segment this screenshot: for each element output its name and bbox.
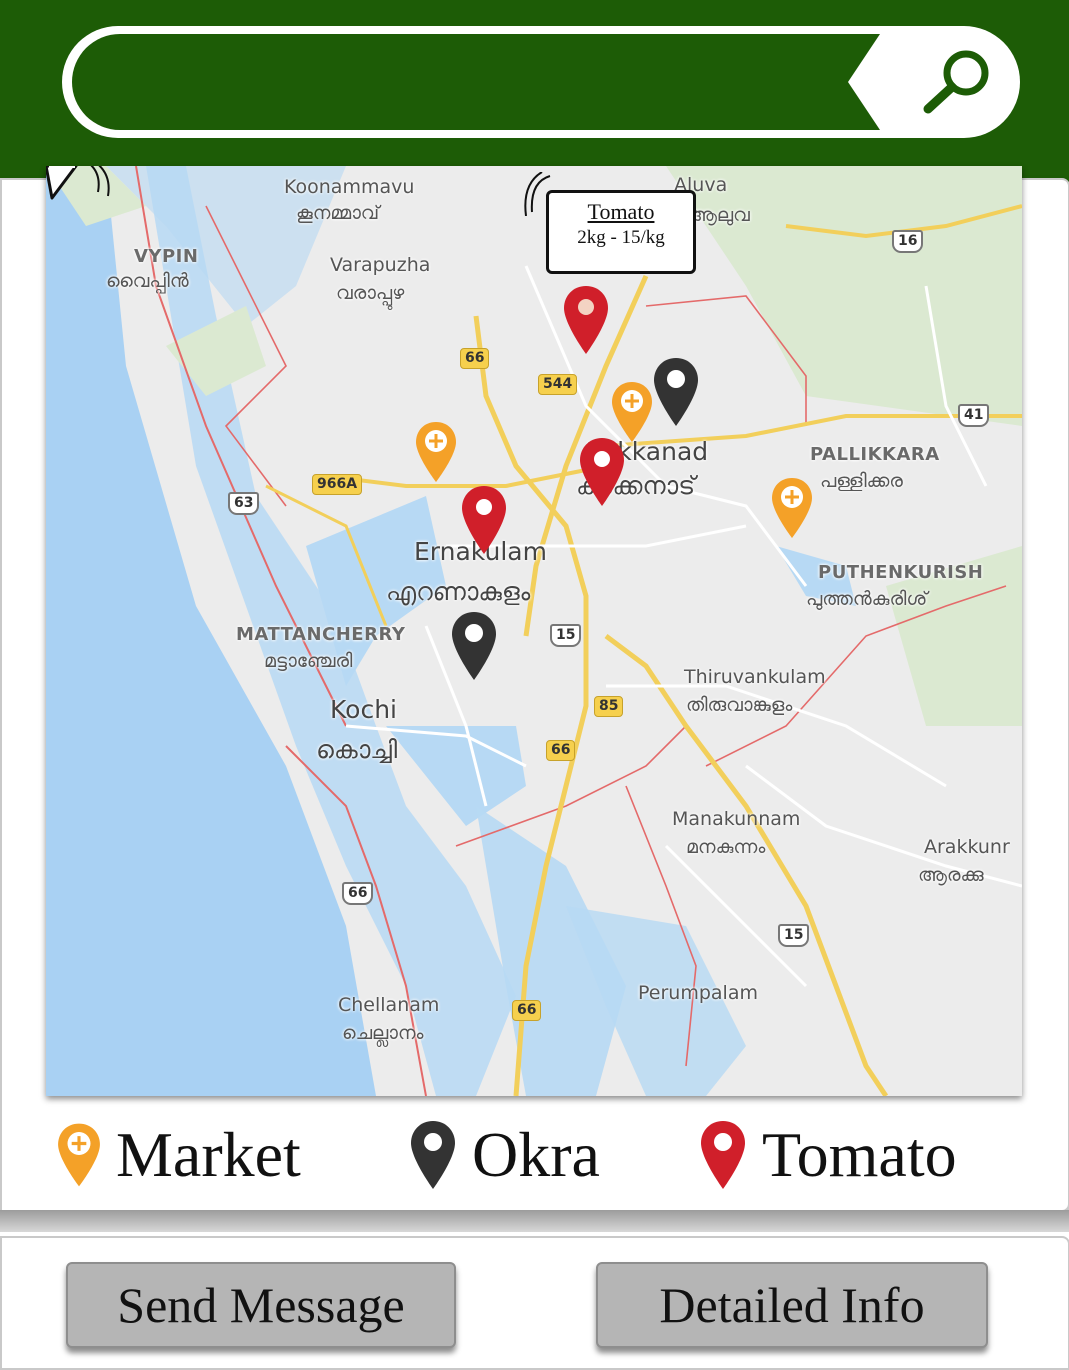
legend-item-market[interactable]: Market (56, 1110, 301, 1200)
map-label-thiruvankulam: Thiruvankulam (684, 666, 826, 688)
map-label-mattancherry-ml: മട്ടാഞ്ചേരി (264, 650, 353, 672)
map-label-aluva-ml: ആലുവ (688, 204, 750, 226)
market-pin-icon (58, 1123, 100, 1187)
map-label-koonammavu-ml: കൂനമ്മാവ് (296, 202, 380, 224)
map-label-chellanam: Chellanam (338, 994, 440, 1016)
okra-pin[interactable] (652, 356, 700, 428)
map-label-manakunnam: Manakunnam (672, 808, 801, 830)
tomato-tooltip[interactable]: Tomato 2kg - 15/kg (546, 190, 696, 274)
search-input[interactable] (72, 34, 880, 130)
legend-item-okra[interactable]: Okra (408, 1110, 600, 1200)
okra-pin[interactable] (450, 610, 498, 682)
route-shield: 16 (892, 230, 924, 253)
tomato-pin[interactable] (578, 436, 626, 508)
legend-item-tomato[interactable]: Tomato (698, 1110, 957, 1200)
detailed-info-button[interactable]: Detailed Info (596, 1262, 988, 1348)
tomato-pin-icon (701, 1121, 745, 1189)
map-label-arakkunnam-ml: ആരക്കു (918, 864, 984, 886)
map-label-koonammavu: Koonammavu (284, 176, 415, 198)
search-icon (923, 50, 989, 114)
legend-label-market: Market (116, 1119, 301, 1190)
tooltip-title: Tomato (587, 199, 655, 224)
map-label-vypin: VYPIN (134, 246, 199, 267)
route-shield: 966A (312, 474, 363, 495)
map-label-chellanam-ml: ചെല്ലാനം (342, 1022, 424, 1044)
map-label-mattancherry: MATTANCHERRY (236, 624, 406, 645)
market-pin[interactable] (414, 420, 458, 484)
map-label-puthenkurish: PUTHENKURISH (818, 562, 984, 583)
map-label-varapuzha: Varapuzha (330, 254, 431, 276)
map-label-pallikkara: PALLIKKARA (810, 444, 940, 465)
route-shield: 63 (228, 492, 260, 515)
map-label-kochi-ml: കൊച്ചി (316, 735, 398, 764)
route-shield: 41 (958, 404, 990, 427)
send-message-button[interactable]: Send Message (66, 1262, 456, 1348)
route-shield: 66 (460, 348, 490, 369)
map-label-pallikkara-ml: പള്ളിക്കര (820, 470, 903, 492)
map-label-manakunnam-ml: മനകുന്നം (686, 836, 766, 858)
route-shield: 15 (550, 624, 582, 647)
search-button[interactable] (900, 30, 1016, 134)
route-shield: 544 (538, 374, 578, 395)
market-pin[interactable] (770, 476, 814, 540)
map-base (46, 166, 1022, 1096)
tomato-pin[interactable] (460, 484, 508, 556)
map-label-arakkunnam: Arakkunr (924, 836, 1010, 858)
map-label-ernakulam-ml: എറണാകുളം (386, 577, 531, 606)
legend-label-okra: Okra (472, 1119, 600, 1190)
route-shield: 66 (342, 882, 374, 905)
app-header (0, 0, 1069, 182)
map-view[interactable]: Koonammavu കൂനമ്മാവ് Aluva ആലുവ VYPIN വൈ… (46, 166, 1022, 1096)
map-label-perumpalam: Perumpalam (638, 982, 758, 1004)
map-legend: Market Okra Tomato (0, 1110, 1066, 1200)
okra-pin-icon (411, 1121, 455, 1189)
legend-label-tomato: Tomato (762, 1119, 957, 1190)
map-label-vypin-ml: വൈപ്പിൻ (106, 270, 189, 292)
section-divider (0, 1210, 1069, 1232)
map-label-varapuzha-ml: വരാപ്പുഴ (336, 282, 405, 304)
route-shield: 85 (594, 696, 624, 717)
map-label-kochi: Kochi (330, 695, 397, 724)
route-shield: 66 (512, 1000, 542, 1021)
tooltip-tail (46, 166, 110, 200)
map-label-puthenkurish-ml: പുത്തൻകുരിശ് (806, 588, 928, 610)
map-label-thiruvankulam-ml: തിരുവാങ്കുളം (686, 694, 793, 716)
tooltip-value: 2kg - 15/kg (577, 227, 665, 248)
search-bar (62, 26, 1020, 138)
route-shield: 66 (546, 740, 576, 761)
tomato-pin[interactable] (562, 284, 610, 356)
route-shield: 15 (778, 924, 810, 947)
market-pin[interactable] (610, 380, 654, 444)
